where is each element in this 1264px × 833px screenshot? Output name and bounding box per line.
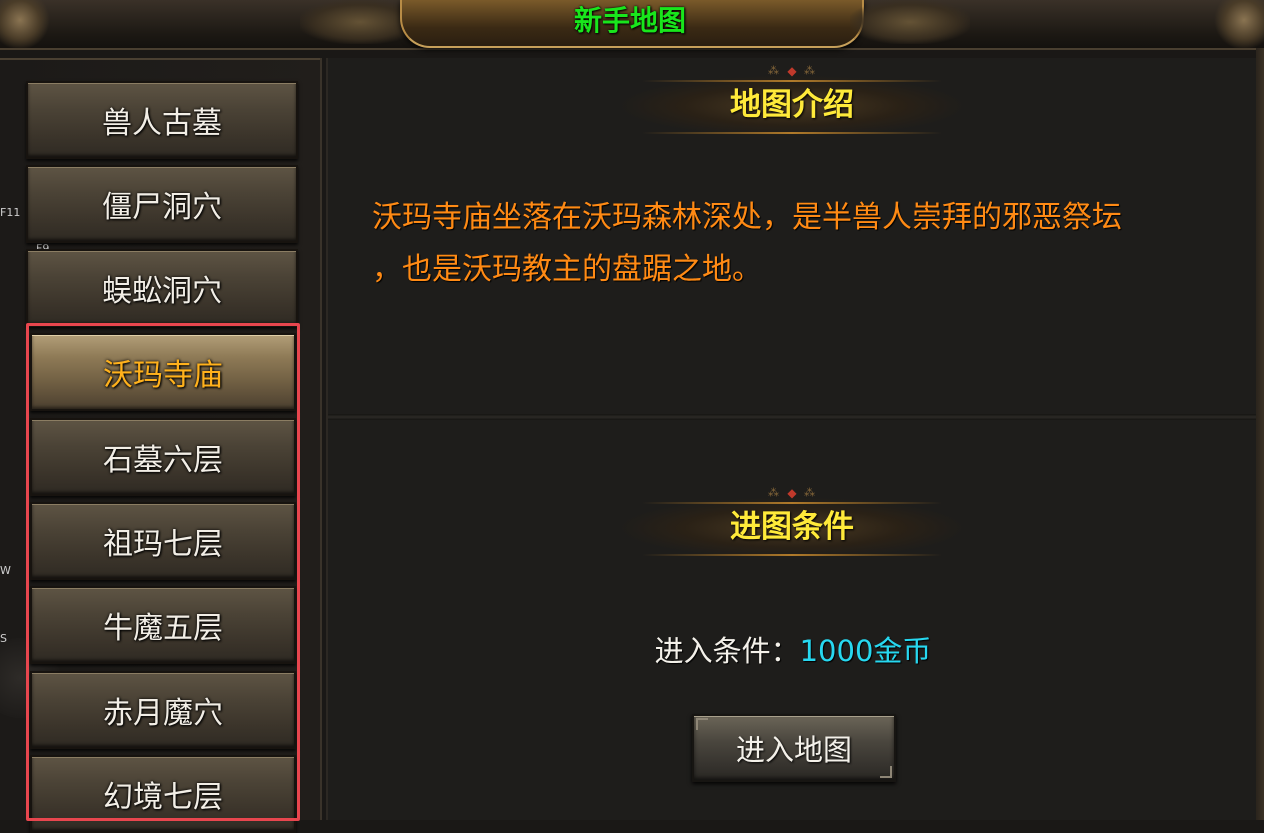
- header-line: [642, 132, 942, 134]
- map-item-label: 祖玛七层: [103, 527, 223, 562]
- description-line-2: ，也是沃玛教主的盘踞之地。: [372, 252, 762, 287]
- map-item-stone-tomb-6[interactable]: 石墓六层: [30, 418, 296, 496]
- enter-map-button-label: 进入地图: [735, 733, 852, 767]
- intro-header-title: 地图介绍: [730, 87, 854, 123]
- window-title: 新手地图: [573, 4, 686, 37]
- description-line-1: 沃玛寺庙坐落在沃玛森林深处，是半兽人崇拜的邪恶祭坛: [372, 200, 1122, 235]
- hotkey-label-w: W: [0, 564, 11, 577]
- corner-ornament-right: [1214, 0, 1264, 50]
- map-item-label: 石墓六层: [103, 443, 223, 478]
- entry-condition-label: 进入条件：: [654, 634, 800, 668]
- map-item-label: 赤月魔穴: [103, 696, 223, 731]
- entry-condition: 进入条件：1000金币: [328, 630, 1258, 672]
- map-item-red-moon-cave[interactable]: 赤月魔穴: [30, 671, 296, 749]
- section-divider: [328, 414, 1258, 420]
- map-item-orc-tomb[interactable]: 兽人古墓: [26, 81, 298, 159]
- title-bar: 新手地图: [0, 0, 1264, 50]
- enter-map-button[interactable]: 进入地图: [692, 714, 896, 782]
- map-description: 沃玛寺庙坐落在沃玛森林深处，是半兽人崇拜的邪恶祭坛 ，也是沃玛教主的盘踞之地。: [372, 192, 1232, 296]
- entry-condition-value: 1000金币: [799, 634, 932, 668]
- hotkey-label-s: S: [0, 632, 7, 645]
- map-item-label: 幻境七层: [103, 780, 223, 815]
- map-item-label: 僵尸洞穴: [102, 190, 222, 225]
- map-item-label: 蜈蚣洞穴: [102, 274, 222, 309]
- frame-right-edge: [1256, 48, 1264, 820]
- map-item-zuma-7[interactable]: 祖玛七层: [30, 502, 296, 580]
- map-item-illusion-7[interactable]: 幻境七层: [30, 755, 296, 833]
- map-item-label: 牛魔五层: [103, 611, 223, 646]
- map-item-label: 兽人古墓: [102, 106, 222, 141]
- conditions-header: ◆ 进图条件: [622, 486, 962, 558]
- map-item-label: 沃玛寺庙: [103, 358, 223, 393]
- map-item-centipede-cave[interactable]: 蜈蚣洞穴: [26, 249, 298, 327]
- conditions-header-title: 进图条件: [730, 509, 854, 545]
- map-item-woma-temple[interactable]: 沃玛寺庙: [30, 333, 296, 411]
- map-item-zombie-cave[interactable]: 僵尸洞穴: [26, 165, 298, 243]
- map-detail-panel: ◆ 地图介绍 沃玛寺庙坐落在沃玛森林深处，是半兽人崇拜的邪恶祭坛 ，也是沃玛教主…: [326, 58, 1258, 820]
- header-line: [642, 554, 942, 556]
- hotkey-label-f11: F11: [0, 206, 21, 219]
- intro-header: ◆ 地图介绍: [622, 64, 962, 136]
- title-ornament-right: [850, 0, 970, 44]
- corner-ornament-left: [0, 0, 50, 50]
- map-item-bull-demon-5[interactable]: 牛魔五层: [30, 586, 296, 664]
